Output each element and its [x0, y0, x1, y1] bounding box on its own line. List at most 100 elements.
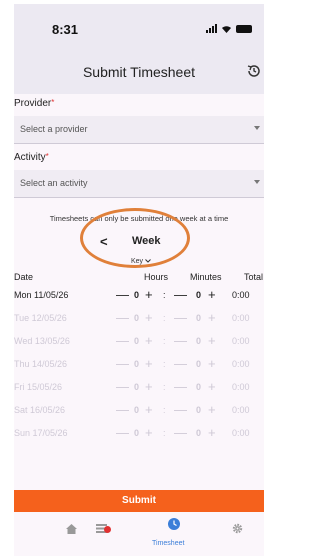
- row-date: Wed 13/05/26: [14, 336, 70, 346]
- row-total: 0:00: [232, 336, 250, 346]
- hours-decrement-button[interactable]: —: [116, 287, 129, 302]
- row-date: Thu 14/05/26: [14, 359, 68, 369]
- hours-value: 0: [134, 405, 140, 415]
- minutes-value: 0: [196, 428, 202, 438]
- wifi-icon: [222, 26, 231, 33]
- minutes-value: 0: [196, 405, 202, 415]
- hours-increment-button: +: [145, 425, 153, 440]
- minutes-decrement-button: —: [174, 402, 187, 417]
- column-date: Date: [14, 272, 34, 282]
- minutes-decrement-button: —: [174, 425, 187, 440]
- chevron-down-icon: [145, 259, 151, 263]
- history-icon[interactable]: [246, 63, 262, 79]
- time-separator: :: [163, 336, 166, 346]
- row-date: Sun 17/05/26: [14, 428, 68, 438]
- provider-placeholder: Select a provider: [20, 124, 88, 134]
- bottom-nav: Timesheet: [14, 512, 264, 556]
- hours-increment-button: +: [145, 379, 153, 394]
- minutes-decrement-button: —: [174, 333, 187, 348]
- dropdown-arrow-icon: [254, 126, 260, 130]
- minutes-increment-button: +: [208, 402, 216, 417]
- status-bar: 8:31: [14, 4, 264, 52]
- minutes-value: 0: [196, 336, 202, 346]
- hours-decrement-button: —: [116, 379, 129, 394]
- hours-decrement-button: —: [116, 333, 129, 348]
- minutes-decrement-button: —: [174, 379, 187, 394]
- notification-badge: [104, 526, 111, 533]
- status-icons: [206, 24, 252, 33]
- hours-increment-button: +: [145, 310, 153, 325]
- clock-icon[interactable]: [168, 518, 180, 530]
- activity-select[interactable]: Select an activity: [14, 170, 264, 198]
- home-icon[interactable]: [66, 524, 77, 534]
- time-separator: :: [163, 428, 166, 438]
- hours-increment-button: +: [145, 402, 153, 417]
- row-total: 0:00: [232, 290, 250, 300]
- time-separator: :: [163, 405, 166, 415]
- table-row: Sat 16/05/26 — 0 +: — 0 +0:00: [14, 402, 264, 427]
- row-date: Sat 16/05/26: [14, 405, 66, 415]
- hours-decrement-button: —: [116, 402, 129, 417]
- row-total: 0:00: [232, 405, 250, 415]
- hours-decrement-button: —: [116, 310, 129, 325]
- time-separator: :: [163, 359, 166, 369]
- column-total: Total: [244, 272, 264, 282]
- minutes-increment-button: +: [208, 356, 216, 371]
- battery-icon: [236, 24, 252, 33]
- required-mark: *: [51, 98, 55, 107]
- table-row: Mon 11/05/26 — 0 +: — 0 +0:00: [14, 287, 264, 312]
- time-separator: :: [163, 290, 166, 300]
- nav-label-timesheet[interactable]: Timesheet: [152, 540, 184, 547]
- hours-increment-button: +: [145, 356, 153, 371]
- table-row: Thu 14/05/26 — 0 +: — 0 +0:00: [14, 356, 264, 381]
- gear-icon[interactable]: [232, 523, 243, 534]
- hours-decrement-button: —: [116, 425, 129, 440]
- minutes-decrement-button: —: [174, 310, 187, 325]
- activity-placeholder: Select an activity: [20, 178, 88, 188]
- table-row: Fri 15/05/26 — 0 +: — 0 +0:00: [14, 379, 264, 404]
- row-total: 0:00: [232, 359, 250, 369]
- submit-button[interactable]: Submit: [14, 490, 264, 512]
- hours-value: 0: [134, 428, 140, 438]
- hours-value: 0: [134, 313, 140, 323]
- column-minutes: Minutes: [190, 272, 222, 282]
- table-row: Sun 17/05/26 — 0 +: — 0 +0:00: [14, 425, 264, 450]
- minutes-increment-button: +: [208, 379, 216, 394]
- dropdown-arrow-icon: [254, 180, 260, 184]
- minutes-value: 0: [196, 359, 202, 369]
- row-date: Fri 15/05/26: [14, 382, 63, 392]
- provider-label: Provider*: [14, 98, 55, 109]
- row-total: 0:00: [232, 313, 250, 323]
- table-row: Wed 13/05/26 — 0 +: — 0 +0:00: [14, 333, 264, 358]
- required-mark: *: [45, 152, 49, 161]
- hours-increment-button[interactable]: +: [145, 287, 153, 302]
- minutes-increment-button[interactable]: +: [208, 287, 216, 302]
- minutes-increment-button: +: [208, 333, 216, 348]
- status-time: 8:31: [52, 22, 79, 37]
- row-date: Tue 12/05/26: [14, 313, 67, 323]
- app-header: Submit Timesheet: [14, 52, 264, 94]
- row-total: 0:00: [232, 382, 250, 392]
- row-total: 0:00: [232, 428, 250, 438]
- provider-select[interactable]: Select a provider: [14, 116, 264, 144]
- time-separator: :: [163, 382, 166, 392]
- signal-icon: [206, 24, 217, 33]
- minutes-decrement-button: —: [174, 356, 187, 371]
- activity-label: Activity*: [14, 152, 49, 163]
- column-hours: Hours: [144, 272, 169, 282]
- time-separator: :: [163, 313, 166, 323]
- hours-value: 0: [134, 382, 140, 392]
- hours-increment-button: +: [145, 333, 153, 348]
- row-date: Mon 11/05/26: [14, 290, 69, 300]
- minutes-value: 0: [196, 382, 202, 392]
- hours-value: 0: [134, 359, 140, 369]
- table-row: Tue 12/05/26 — 0 +: — 0 +0:00: [14, 310, 264, 335]
- minutes-value: 0: [196, 313, 202, 323]
- minutes-increment-button: +: [208, 425, 216, 440]
- hours-value: 0: [134, 336, 140, 346]
- page-title: Submit Timesheet: [82, 64, 196, 80]
- minutes-decrement-button[interactable]: —: [174, 287, 187, 302]
- key-toggle[interactable]: Key: [131, 258, 151, 265]
- minutes-value: 0: [196, 290, 202, 300]
- table-header: Date Hours Minutes Total: [14, 272, 264, 286]
